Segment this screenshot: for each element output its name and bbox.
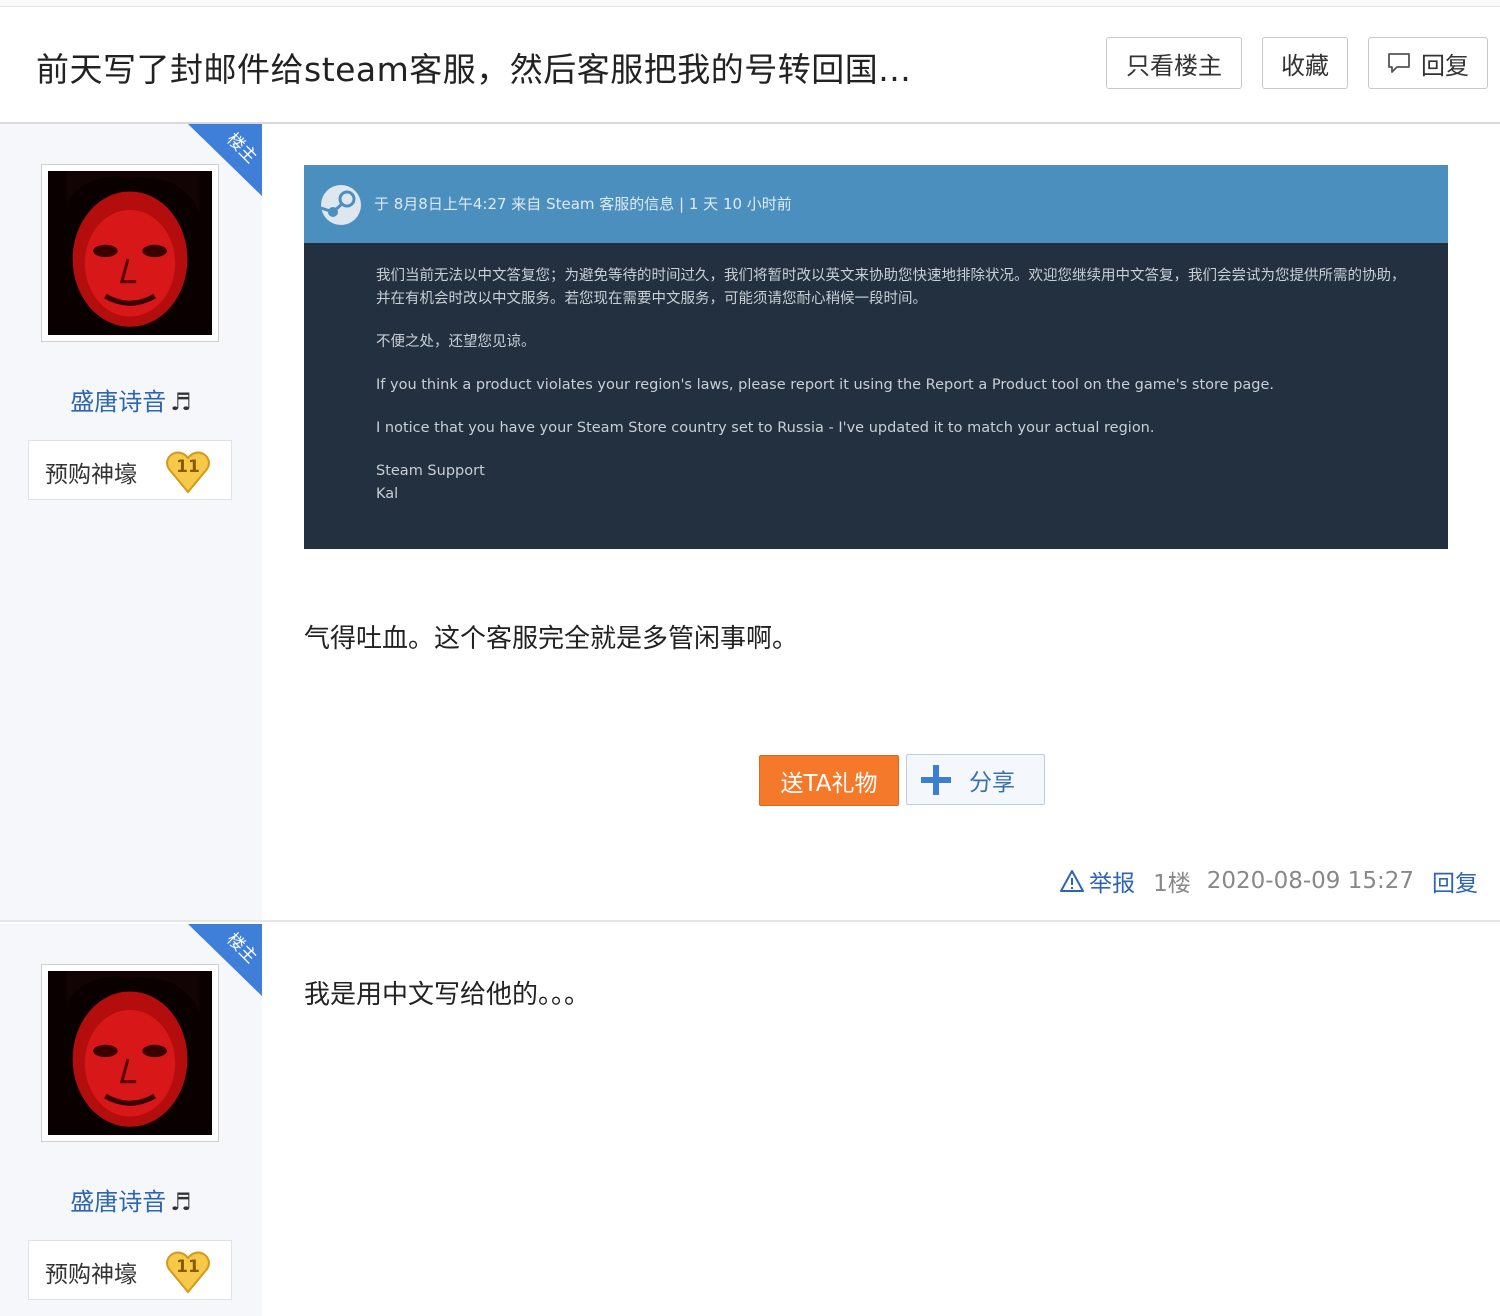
username-text: 盛唐诗音: [70, 1188, 167, 1216]
favorite-button[interactable]: 收藏: [1262, 37, 1348, 89]
top-divider: [0, 0, 1500, 7]
message-meta: 于 8月8日上午4:27 来自 Steam 客服的信息 | 1 天 10 小时前: [374, 195, 792, 213]
thread-header: 前天写了封邮件给steam客服，然后客服把我的号转回国... 只看楼主 收藏 回…: [0, 7, 1500, 124]
music-note-icon: ♬: [170, 1188, 192, 1216]
username-text: 盛唐诗音: [70, 388, 167, 416]
username[interactable]: 盛唐诗音 ♬: [0, 382, 262, 417]
floor-number: 1楼: [1153, 871, 1191, 897]
steam-logo-icon: [320, 185, 361, 225]
report-label: 举报: [1089, 871, 1136, 897]
steam-support-screenshot: 于 8月8日上午4:27 来自 Steam 客服的信息 | 1 天 10 小时前…: [304, 165, 1448, 549]
report-link[interactable]: 举报: [1059, 864, 1135, 898]
avatar[interactable]: [41, 164, 219, 342]
screenshot-header: 于 8月8日上午4:27 来自 Steam 客服的信息 | 1 天 10 小时前: [304, 165, 1448, 243]
badge-title: 预购神壕: [45, 1262, 137, 1288]
post-floor-2: 楼主 盛唐诗音 ♬ 预购神壕 11 我是用中文写给他的。。。: [0, 924, 1500, 1316]
message-paragraph: 不便之处，还望您见谅。: [376, 334, 536, 350]
username[interactable]: 盛唐诗音 ♬: [0, 1182, 262, 1217]
message-paragraph: I notice that you have your Steam Store …: [376, 420, 1155, 436]
level-heart-icon: 11: [166, 451, 210, 494]
reply-link[interactable]: 回复: [1432, 864, 1478, 898]
post-text: 我是用中文写给他的。。。: [304, 980, 591, 1010]
only-op-button[interactable]: 只看楼主: [1106, 37, 1242, 89]
avatar-image: [48, 171, 212, 335]
thread-title: 前天写了封邮件给steam客服，然后客服把我的号转回国...: [36, 50, 912, 89]
message-body: 我们当前无法以中文答复您；为避免等待的时间过久，我们将暂时改以英文来协助您快速地…: [304, 243, 1448, 506]
author-sidebar: 楼主 盛唐诗音 ♬ 预购神壕 11: [0, 924, 262, 1316]
reply-button-label: 回复: [1421, 51, 1469, 80]
music-note-icon: ♬: [170, 388, 192, 416]
level-heart-icon: 11: [166, 1251, 210, 1294]
message-paragraph: 我们当前无法以中文答复您；为避免等待的时间过久，我们将暂时改以英文来协助您快速地…: [376, 268, 1406, 307]
message-paragraph: If you think a product violates your reg…: [376, 377, 1275, 393]
member-badge[interactable]: 预购神壕 11: [28, 440, 232, 500]
post-floor-1: 楼主 盛唐诗音 ♬ 预购神壕 11 于 8月8日上午4:27 来自 Steam …: [0, 124, 1500, 922]
share-button[interactable]: 分享: [906, 754, 1045, 805]
message-signature-name: Kal: [376, 486, 399, 502]
post-timestamp: 2020-08-09 15:27: [1206, 868, 1414, 894]
plus-icon: [921, 764, 951, 795]
comment-bubble-icon: [1388, 53, 1410, 73]
member-badge[interactable]: 预购神壕 11: [28, 1240, 232, 1300]
svg-text:11: 11: [176, 1257, 200, 1277]
message-signature: Steam Support: [376, 463, 485, 479]
avatar-image: [48, 971, 212, 1135]
warning-icon: [1060, 870, 1085, 892]
svg-text:11: 11: [176, 457, 200, 477]
post-footer: 举报 1楼 2020-08-09 15:27 回复: [1059, 864, 1478, 898]
post-text: 气得吐血。这个客服完全就是多管闲事啊。: [304, 624, 799, 654]
reply-button[interactable]: 回复: [1368, 37, 1488, 89]
send-gift-button[interactable]: 送TA礼物: [759, 755, 899, 806]
share-button-label: 分享: [969, 769, 1015, 796]
author-sidebar: 楼主 盛唐诗音 ♬ 预购神壕 11: [0, 124, 262, 920]
badge-title: 预购神壕: [45, 462, 137, 488]
avatar[interactable]: [41, 964, 219, 1142]
